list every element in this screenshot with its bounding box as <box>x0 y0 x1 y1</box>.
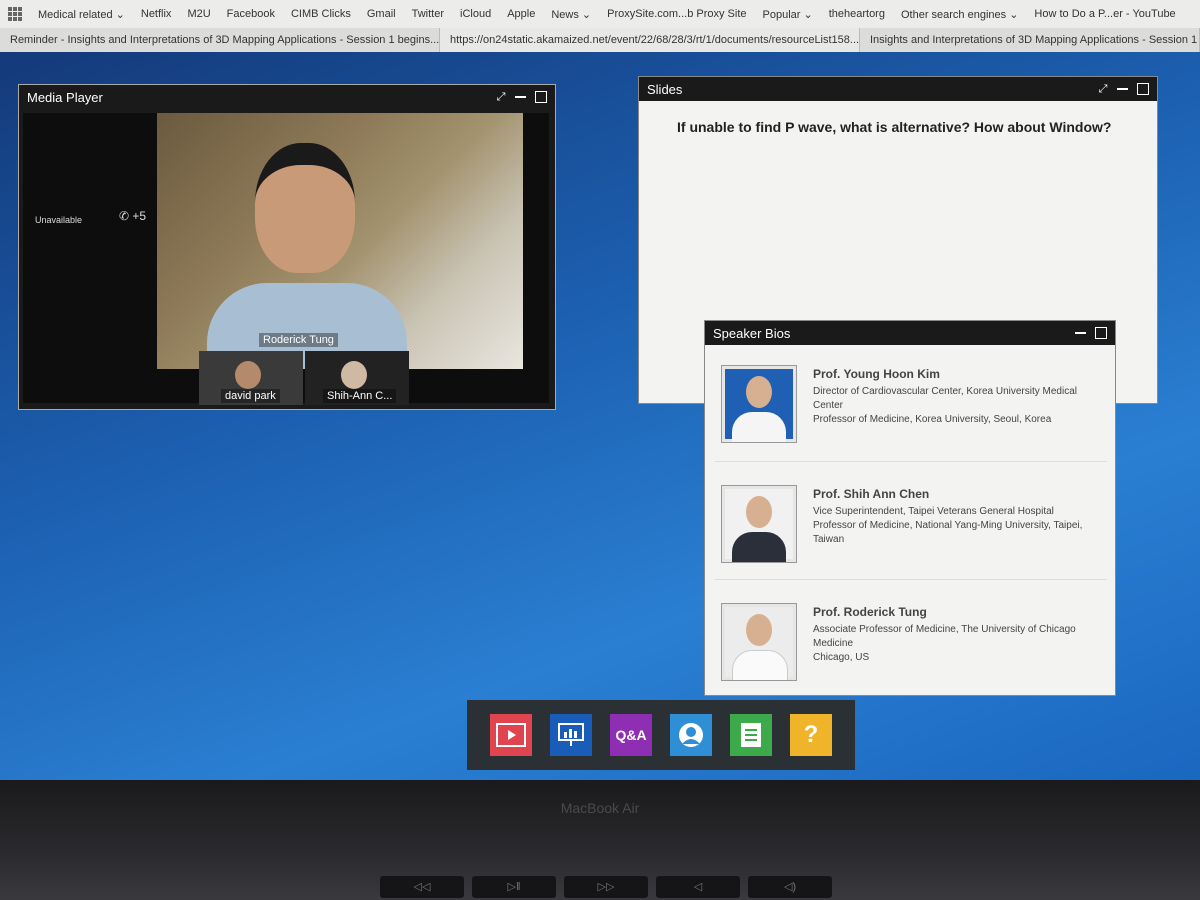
bookmark-item[interactable]: ProxySite.com...b Proxy Site <box>607 8 746 20</box>
speaker-bios-window: Speaker Bios Prof. Young Hoon Kim Direct… <box>704 320 1116 696</box>
bookmark-item[interactable]: News ⌄ <box>551 8 591 21</box>
fullscreen-icon[interactable]: ⤢ <box>495 91 507 103</box>
speaker-description: Vice Superintendent, Taipei Veterans Gen… <box>813 506 1083 545</box>
presentation-icon <box>558 723 584 746</box>
play-pause-key: ▷‖ <box>472 876 556 898</box>
laptop-bezel: MacBook Air ◁◁ ▷‖ ▷▷ ◁ ◁) <box>0 780 1200 900</box>
console-toolbar: Q&A ? <box>467 700 855 770</box>
window-controls: ⤢ <box>495 91 547 103</box>
speaker-bios-title: Speaker Bios <box>713 325 791 341</box>
participant-count: +5 <box>132 209 147 223</box>
speaker-bios-titlebar[interactable]: Speaker Bios <box>705 321 1115 345</box>
media-player-title: Media Player <box>27 89 103 105</box>
tab-resource-list[interactable]: https://on24static.akamaized.net/event/2… <box>440 28 860 52</box>
media-player-button[interactable] <box>490 714 532 756</box>
bookmark-item[interactable]: Apple <box>507 8 535 20</box>
speaker-bio-item[interactable]: Prof. Shih Ann Chen Vice Superintendent,… <box>721 485 1101 581</box>
speaker-bio-item[interactable]: Prof. Roderick Tung Associate Professor … <box>721 603 1101 699</box>
bookmarks-bar: Medical related ⌄ Netflix M2U Facebook C… <box>0 0 1200 28</box>
minimize-icon[interactable] <box>515 91 527 103</box>
window-controls: ⤢ <box>1097 83 1149 95</box>
participant-thumbnail[interactable]: Shih-Ann C... <box>305 351 409 405</box>
tab-session[interactable]: Insights and Interpretations of 3D Mappi… <box>860 28 1200 52</box>
rewind-key: ◁◁ <box>380 876 464 898</box>
speaker-photo <box>721 603 797 681</box>
bookmark-item[interactable]: Facebook <box>227 8 275 20</box>
slides-titlebar[interactable]: Slides ⤢ <box>639 77 1157 101</box>
slide-question: If unable to find P wave, what is altern… <box>677 119 1112 135</box>
bookmark-item[interactable]: How to Do a P...er - YouTube <box>1034 8 1175 20</box>
speaker-bio-item[interactable]: Prof. Young Hoon Kim Director of Cardiov… <box>721 365 1101 461</box>
qa-button[interactable]: Q&A <box>610 714 652 756</box>
slides-title: Slides <box>647 81 683 97</box>
participant-name: Shih-Ann C... <box>323 389 397 403</box>
bookmark-item[interactable]: Gmail <box>367 8 396 20</box>
maximize-icon[interactable] <box>535 91 547 103</box>
film-icon <box>496 723 526 747</box>
minimize-icon[interactable] <box>1117 83 1129 95</box>
participant-thumbnail[interactable]: david park <box>199 351 303 405</box>
mute-key: ◁ <box>656 876 740 898</box>
speaker-bio-button[interactable] <box>670 714 712 756</box>
speaker-name: Prof. Shih Ann Chen <box>813 487 930 501</box>
speaker-name: Prof. Young Hoon Kim <box>813 367 940 381</box>
resources-button[interactable] <box>730 714 772 756</box>
window-controls <box>1075 327 1107 339</box>
bookmark-item[interactable]: Medical related ⌄ <box>38 8 125 21</box>
bookmark-item[interactable]: iCloud <box>460 8 491 20</box>
speaker-description: Director of Cardiovascular Center, Korea… <box>813 386 1077 425</box>
bookmark-item[interactable]: theheartorg <box>829 8 885 20</box>
webcast-console: Media Player ⤢ Unavailable ✆ +5 Roderick… <box>0 52 1200 780</box>
speaker-name-label: Roderick Tung <box>259 333 338 347</box>
volume-key: ◁) <box>748 876 832 898</box>
slides-button[interactable] <box>550 714 592 756</box>
bookmark-item[interactable]: Netflix <box>141 8 172 20</box>
fast-forward-key: ▷▷ <box>564 876 648 898</box>
keyboard-row: ◁◁ ▷‖ ▷▷ ◁ ◁) <box>0 876 1200 900</box>
divider <box>715 579 1107 580</box>
minimize-icon[interactable] <box>1075 327 1087 339</box>
person-icon <box>679 723 703 747</box>
bookmark-item[interactable]: Twitter <box>412 8 444 20</box>
bookmark-item[interactable]: CIMB Clicks <box>291 8 351 20</box>
help-button[interactable]: ? <box>790 714 832 756</box>
media-player-titlebar[interactable]: Media Player ⤢ <box>19 85 555 109</box>
bookmark-item[interactable]: M2U <box>187 8 210 20</box>
tab-reminder[interactable]: Reminder - Insights and Interpretations … <box>0 28 440 52</box>
speaker-video <box>157 113 523 369</box>
speaker-photo <box>721 365 797 443</box>
video-feed[interactable]: Unavailable ✆ +5 Roderick Tung david par… <box>23 113 549 405</box>
maximize-icon[interactable] <box>1137 83 1149 95</box>
divider <box>715 461 1107 462</box>
status-label: Unavailable <box>35 215 83 225</box>
maximize-icon[interactable] <box>1095 327 1107 339</box>
phone-icon: ✆ <box>119 209 130 223</box>
apps-grid-icon[interactable] <box>8 7 22 21</box>
speaker-photo <box>721 485 797 563</box>
document-icon <box>741 723 761 747</box>
fullscreen-icon[interactable]: ⤢ <box>1097 83 1109 95</box>
tab-strip: Reminder - Insights and Interpretations … <box>0 28 1200 53</box>
speaker-description: Associate Professor of Medicine, The Uni… <box>813 624 1076 663</box>
participant-name: david park <box>221 389 280 403</box>
bookmark-item[interactable]: Other search engines ⌄ <box>901 8 1018 21</box>
laptop-brand: MacBook Air <box>560 800 640 816</box>
media-player-window: Media Player ⤢ Unavailable ✆ +5 Roderick… <box>18 84 556 410</box>
call-count: ✆ +5 <box>119 209 146 223</box>
bookmark-item[interactable]: Popular ⌄ <box>763 8 813 21</box>
speaker-name: Prof. Roderick Tung <box>813 605 927 619</box>
